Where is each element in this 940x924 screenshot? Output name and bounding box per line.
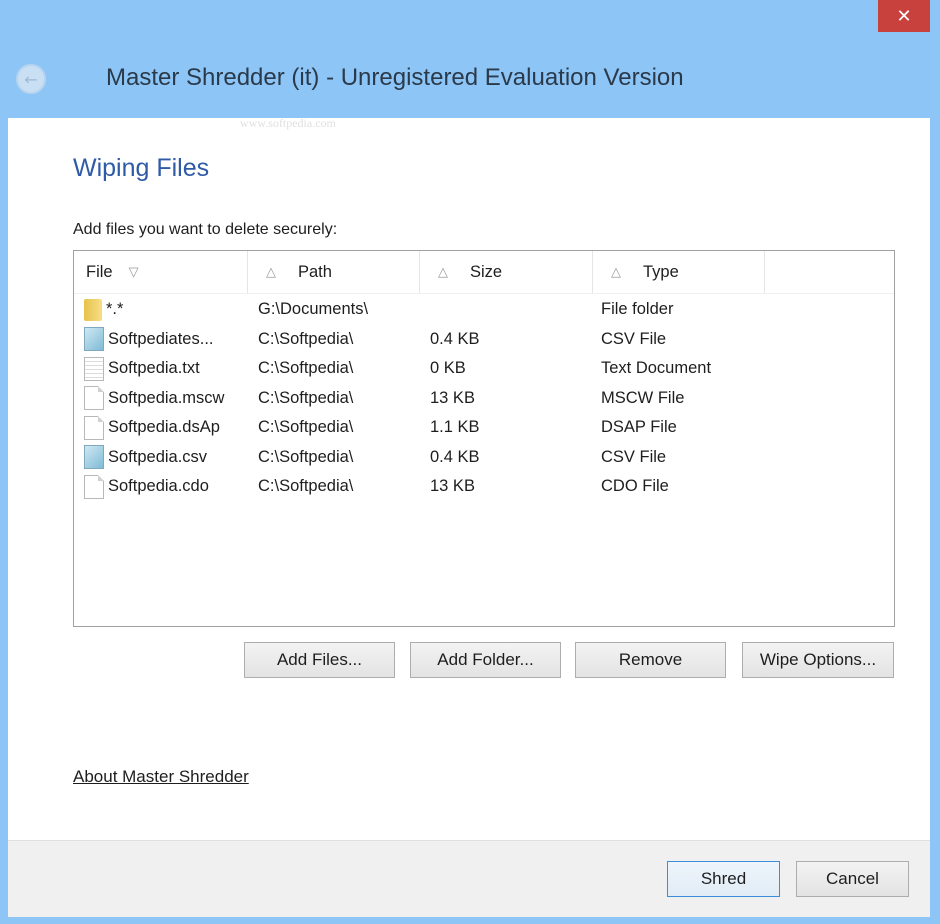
generic-file-icon <box>84 386 104 411</box>
type-cell: CSV File <box>601 329 667 348</box>
close-icon: ✕ <box>896 5 912 27</box>
file-cell: Softpedia.txt <box>74 356 248 381</box>
arrow-left-icon: ← <box>24 69 38 89</box>
file-cell: Softpediates... <box>74 327 248 352</box>
size-cell: 0.4 KB <box>430 447 480 466</box>
folder-icon <box>84 298 102 321</box>
column-label: Path <box>298 262 332 281</box>
generic-file-icon <box>84 474 104 499</box>
sort-ascending-icon: △ <box>266 264 276 279</box>
sort-ascending-icon: △ <box>438 264 448 279</box>
back-button[interactable]: ← <box>16 64 46 94</box>
file-name: Softpedia.cdo <box>108 477 209 496</box>
sort-descending-icon: ▽ <box>128 264 139 279</box>
file-cell: Softpedia.cdo <box>74 474 248 499</box>
add-folder-button[interactable]: Add Folder... <box>410 642 561 678</box>
close-button[interactable]: ✕ <box>878 0 930 32</box>
file-name: Softpedia.mscw <box>108 388 225 407</box>
add-files-button[interactable]: Add Files... <box>244 642 395 678</box>
csv-file-icon <box>84 327 104 352</box>
path-cell: C:\Softpedia\ <box>258 477 354 496</box>
shred-button[interactable]: Shred <box>667 861 780 897</box>
size-cell: 13 KB <box>430 477 475 496</box>
path-cell: C:\Softpedia\ <box>258 418 354 437</box>
column-label: File <box>86 262 113 281</box>
file-cell: *.* <box>74 298 248 321</box>
type-cell: Text Document <box>601 359 712 378</box>
size-cell: 0.4 KB <box>430 329 480 348</box>
column-label: Size <box>470 262 503 281</box>
about-link[interactable]: About Master Shredder <box>73 767 249 787</box>
list-item[interactable]: Softpedia.txt C:\Softpedia\ 0 KB Text Docum… <box>74 354 894 384</box>
column-header-file[interactable]: File ▽ <box>74 251 248 293</box>
list-item[interactable]: Softpediates... C:\Softpedia\ 0.4 KB CSV Fi… <box>74 325 894 355</box>
type-cell: CSV File <box>601 447 667 466</box>
type-cell: DSAP File <box>601 418 677 437</box>
path-cell: C:\Softpedia\ <box>258 359 354 378</box>
size-cell: 1.1 KB <box>430 418 480 437</box>
path-cell: C:\Softpedia\ <box>258 388 354 407</box>
type-cell: CDO File <box>601 477 669 496</box>
type-cell: File folder <box>601 300 674 319</box>
window-title: Master Shredder (it) - Unregistered Eval… <box>106 64 684 91</box>
list-item[interactable]: Softpedia.cdo C:\Softpedia\ 13 KB CDO File <box>74 472 894 502</box>
text-file-icon <box>84 356 104 381</box>
wipe-options-button[interactable]: Wipe Options... <box>742 642 894 678</box>
file-name: *.* <box>106 300 124 319</box>
type-cell: MSCW File <box>601 388 685 407</box>
content-panel: Wiping Files Add files you want to delet… <box>8 118 930 840</box>
column-header-size[interactable]: △ Size <box>420 251 593 293</box>
instruction-label: Add files you want to delete securely: <box>73 221 338 238</box>
csv-file-icon <box>84 445 104 470</box>
path-cell: G:\Documents\ <box>258 300 369 319</box>
path-cell: C:\Softpedia\ <box>258 329 354 348</box>
sort-ascending-icon: △ <box>611 264 621 279</box>
file-cell: Softpedia.csv <box>74 445 248 470</box>
column-header-path[interactable]: △ Path <box>248 251 420 293</box>
size-cell: 0 KB <box>430 359 466 378</box>
column-header-type[interactable]: △ Type <box>593 251 765 293</box>
file-list[interactable]: File ▽ △ Path △ Size △ Type *.* G:\Docume… <box>73 250 895 627</box>
list-item[interactable]: *.* G:\Documents\ File folder <box>74 295 894 325</box>
column-label: Type <box>643 262 679 281</box>
list-item[interactable]: Softpedia.csv C:\Softpedia\ 0.4 KB CSV File <box>74 443 894 473</box>
file-cell: Softpedia.dsAp <box>74 415 248 440</box>
size-cell: 13 KB <box>430 388 475 407</box>
list-header: File ▽ △ Path △ Size △ Type <box>74 251 894 294</box>
cancel-button[interactable]: Cancel <box>796 861 909 897</box>
footer-bar: Shred Cancel <box>8 840 930 917</box>
page-heading: Wiping Files <box>73 154 210 182</box>
remove-button[interactable]: Remove <box>575 642 726 678</box>
file-name: Softpedia.csv <box>108 447 208 466</box>
file-name: Softpediates... <box>108 329 214 348</box>
path-cell: C:\Softpedia\ <box>258 447 354 466</box>
watermark: www.softpedia.com <box>240 116 336 130</box>
list-item[interactable]: Softpedia.mscw C:\Softpedia\ 13 KB MSCW Fil… <box>74 384 894 414</box>
list-item[interactable]: Softpedia.dsAp C:\Softpedia\ 1.1 KB DSAP Fi… <box>74 413 894 443</box>
file-cell: Softpedia.mscw <box>74 386 248 411</box>
column-header-empty <box>765 251 894 293</box>
file-name: Softpedia.dsAp <box>108 418 220 437</box>
file-name: Softpedia.txt <box>108 359 200 378</box>
generic-file-icon <box>84 415 104 440</box>
